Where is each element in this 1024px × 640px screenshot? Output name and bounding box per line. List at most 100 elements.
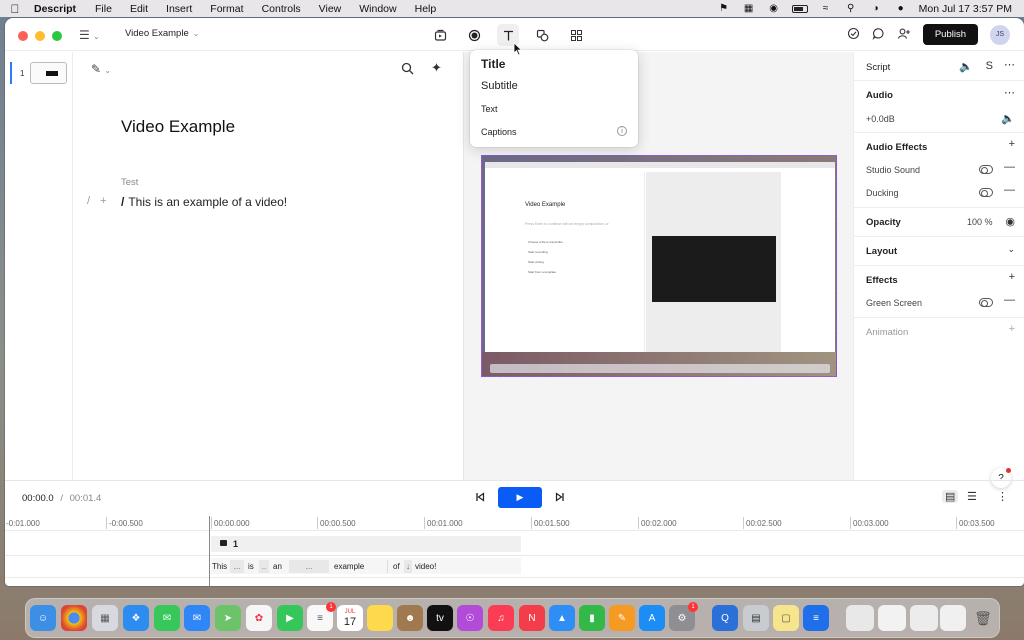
layout-section[interactable]: Layout ⌄ xyxy=(854,237,1024,266)
avatar[interactable]: JS xyxy=(990,24,1010,45)
comment-icon[interactable] xyxy=(872,27,885,43)
more-options-icon[interactable]: ⋯ xyxy=(1004,58,1015,71)
gap[interactable]: ↓ xyxy=(404,560,412,573)
battery-icon[interactable] xyxy=(791,4,808,13)
chrome-icon[interactable] xyxy=(61,605,87,631)
stickies-icon[interactable]: ▢ xyxy=(773,605,799,631)
wifi-icon[interactable]: ≈ xyxy=(819,3,833,14)
descript-app-icon[interactable]: ≡ xyxy=(803,605,829,631)
check-circle-icon[interactable] xyxy=(847,27,860,43)
recent-document-icon[interactable] xyxy=(846,605,874,631)
audio-more-icon[interactable]: ⋯ xyxy=(1004,86,1015,99)
timeline-more-icon[interactable]: ⋮ xyxy=(997,490,1008,503)
shapes-icon[interactable] xyxy=(531,24,553,46)
record-icon[interactable] xyxy=(463,24,485,46)
publish-button[interactable]: Publish xyxy=(922,24,978,45)
sparkle-icon[interactable]: ✦ xyxy=(431,60,442,76)
add-collaborator-icon[interactable] xyxy=(897,27,911,43)
pen-tool-icon[interactable]: ✎ ⌄ xyxy=(91,62,111,76)
audio-gain[interactable]: +0.0dB xyxy=(866,114,895,124)
hamburger-menu-icon[interactable]: ☰ ⌄ xyxy=(79,28,100,42)
word[interactable]: video! xyxy=(415,560,436,573)
finder-icon[interactable]: ☺ xyxy=(30,605,56,631)
word[interactable]: an xyxy=(273,560,282,573)
photos-icon[interactable]: ✿ xyxy=(246,605,272,631)
menu-item-text[interactable]: Text xyxy=(481,104,498,114)
slash-command-icon[interactable]: / xyxy=(87,195,90,207)
menu-app-name[interactable]: Descript xyxy=(30,3,86,15)
script-view-icon[interactable]: ☰ xyxy=(967,490,977,503)
contacts-icon[interactable]: ☻ xyxy=(397,605,423,631)
play-button[interactable]: ▶ xyxy=(498,487,542,508)
volume-icon[interactable]: 🔈 xyxy=(1001,112,1015,125)
chevron-down-icon[interactable]: ⌄ xyxy=(1007,244,1015,255)
keynote-icon[interactable]: ▲ xyxy=(549,605,575,631)
project-name-button[interactable]: Video Example ⌄ xyxy=(125,28,199,39)
menu-controls[interactable]: Controls xyxy=(253,3,310,15)
menu-item-subtitle[interactable]: Subtitle xyxy=(481,80,518,92)
add-effect-icon[interactable]: + xyxy=(1009,271,1015,283)
facetime-icon[interactable]: ▶ xyxy=(277,605,303,631)
remove-studio-sound-icon[interactable]: — xyxy=(1004,161,1015,173)
quicktime-icon[interactable]: Q xyxy=(712,605,738,631)
eye-icon[interactable]: ◉ xyxy=(1005,215,1015,228)
add-audio-effect-icon[interactable]: + xyxy=(1009,138,1015,150)
info-icon[interactable]: i xyxy=(617,126,627,136)
mail-icon[interactable]: ✉ xyxy=(184,605,210,631)
script-line[interactable]: / This is an example of a video! xyxy=(121,195,287,209)
menu-edit[interactable]: Edit xyxy=(121,3,157,15)
scene-clip[interactable]: 1 xyxy=(211,536,521,552)
recent-document-icon[interactable] xyxy=(878,605,906,631)
close-window-button[interactable] xyxy=(18,31,28,41)
document-title[interactable]: Video Example xyxy=(121,117,235,137)
descript-status-icon[interactable]: ◉ xyxy=(767,3,781,14)
playhead[interactable] xyxy=(209,516,210,586)
grid-icon[interactable] xyxy=(565,24,587,46)
remove-green-screen-icon[interactable]: — xyxy=(1004,294,1015,306)
trash-icon[interactable]: 🗑 xyxy=(970,605,996,631)
skip-back-icon[interactable] xyxy=(475,492,485,505)
spotlight-icon[interactable]: ⚲ xyxy=(844,3,858,14)
maps-icon[interactable]: ➤ xyxy=(215,605,241,631)
menu-file[interactable]: File xyxy=(86,3,121,15)
grid-menu-icon[interactable]: ▦ xyxy=(742,3,756,14)
menu-format[interactable]: Format xyxy=(201,3,252,15)
remove-ducking-icon[interactable]: — xyxy=(1004,184,1015,196)
scene-thumbnail[interactable] xyxy=(30,62,67,84)
studio-sound-toggle[interactable] xyxy=(979,165,993,174)
speaker-volume-icon[interactable]: 🔈 xyxy=(959,60,973,73)
app-store-icon[interactable]: A xyxy=(639,605,665,631)
skip-forward-icon[interactable] xyxy=(555,492,565,505)
notes-icon[interactable] xyxy=(367,605,393,631)
flag-icon[interactable]: ⚑ xyxy=(717,3,731,14)
menu-insert[interactable]: Insert xyxy=(157,3,201,15)
menubar-clock[interactable]: Mon Jul 17 3:57 PM xyxy=(919,3,1012,15)
podcasts-icon[interactable]: ☉ xyxy=(457,605,483,631)
timeline-view-icon[interactable]: ▤ xyxy=(942,490,959,503)
safari-icon[interactable]: ❖ xyxy=(123,605,149,631)
minimize-window-button[interactable] xyxy=(35,31,45,41)
gap[interactable]: .. xyxy=(259,560,269,573)
menu-item-title[interactable]: Title xyxy=(481,57,505,71)
control-center-icon[interactable]: ◑ xyxy=(869,3,883,14)
calendar-icon[interactable]: JUL 17 xyxy=(337,605,363,631)
system-settings-icon[interactable]: ⚙ 1 xyxy=(669,602,698,631)
menu-window[interactable]: Window xyxy=(350,3,405,15)
timeline-ruler[interactable]: -0:01.000 -0:00.500 00:00.000 00:00.500 … xyxy=(5,514,1024,530)
numbers-icon[interactable]: ▮ xyxy=(579,605,605,631)
opacity-value[interactable]: 100 % xyxy=(967,217,993,227)
add-line-icon[interactable]: + xyxy=(100,195,106,207)
apple-icon[interactable]:  xyxy=(0,2,30,16)
zoom-window-button[interactable] xyxy=(52,31,62,41)
green-screen-toggle[interactable] xyxy=(979,298,993,307)
gap[interactable]: ... xyxy=(289,560,329,573)
menu-item-captions[interactable]: Captions xyxy=(481,127,517,137)
pages-icon[interactable]: ✎ xyxy=(609,605,635,631)
recent-document-icon[interactable] xyxy=(940,605,966,631)
word[interactable]: example xyxy=(334,560,364,573)
gap[interactable]: ... xyxy=(230,560,244,573)
ducking-toggle[interactable] xyxy=(979,188,993,197)
add-animation-icon[interactable]: + xyxy=(1009,323,1015,335)
word[interactable]: of xyxy=(387,560,400,573)
siri-icon[interactable]: ● xyxy=(894,3,908,14)
